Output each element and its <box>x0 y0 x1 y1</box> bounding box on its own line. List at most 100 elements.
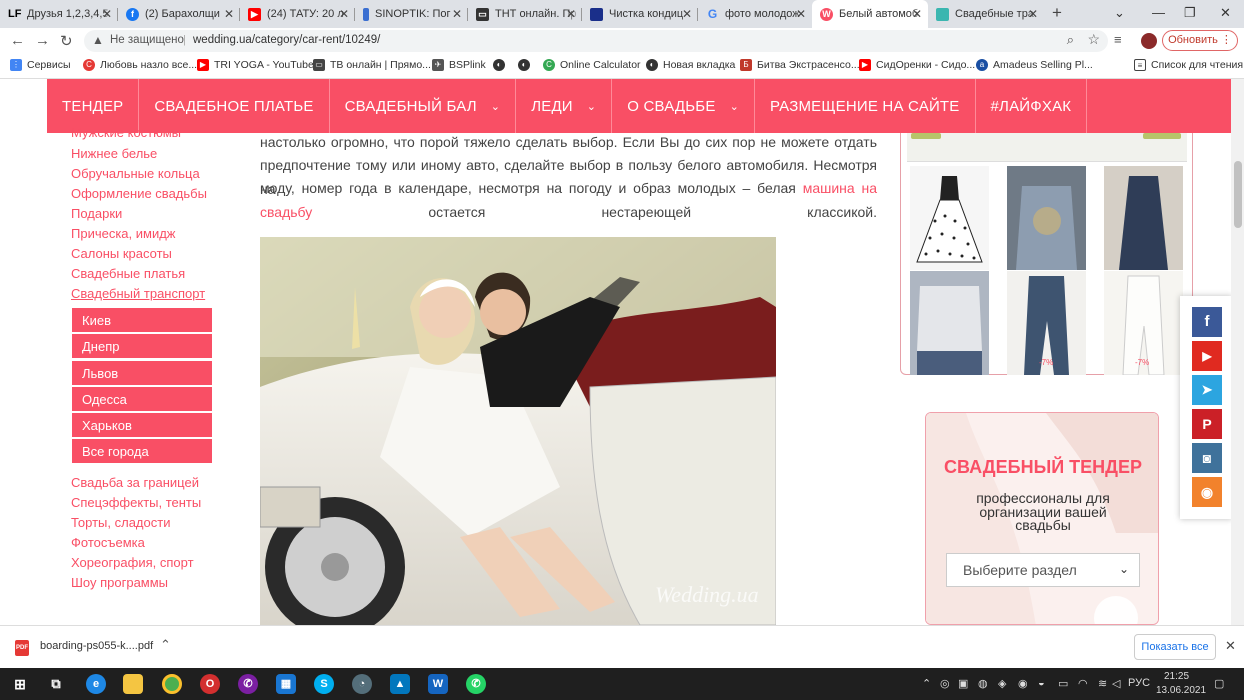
file-explorer-icon[interactable] <box>123 674 143 694</box>
restore-icon[interactable]: ❐ <box>1184 5 1196 21</box>
bookmark-new-tab[interactable]: ◐ Новая вкладка <box>646 59 735 71</box>
city-link[interactable]: Киев <box>72 308 212 333</box>
bookmark-apps[interactable]: ⋮ Сервисы <box>10 59 71 71</box>
task-view-icon[interactable]: ⧉ <box>46 674 66 694</box>
clock-date[interactable]: 13.06.2021 <box>1156 685 1206 696</box>
nav-item-lifehack[interactable]: #ЛАЙФХАК <box>976 79 1088 133</box>
tray-icon[interactable]: ▣ <box>958 677 968 690</box>
section-select[interactable]: Выберите раздел ⌄ <box>946 553 1140 587</box>
edge-icon[interactable]: e <box>86 674 106 694</box>
sidebar-link[interactable]: Оформление свадьбы <box>71 186 207 201</box>
instagram-icon[interactable]: ◙ <box>1192 443 1222 473</box>
telegram-icon[interactable]: ➤ <box>1192 375 1222 405</box>
network-icon[interactable]: ◠ <box>1078 677 1088 690</box>
word-icon[interactable]: W <box>428 674 448 694</box>
city-link[interactable]: Львов <box>72 361 212 386</box>
update-button[interactable]: Обновить ⋮ <box>1162 30 1238 51</box>
bookmark-amadeus[interactable]: a Amadeus Selling Pl... <box>976 59 1093 71</box>
not-secure-label[interactable]: Не защищено <box>110 34 184 46</box>
sidebar-link-active[interactable]: Свадебный транспорт <box>71 286 205 301</box>
city-link[interactable]: Харьков <box>72 413 212 438</box>
nav-item-ball[interactable]: СВАДЕБНЫЙ БАЛ ⌄ <box>330 79 517 133</box>
city-link[interactable]: Днепр <box>72 334 212 359</box>
page-scrollbar[interactable] <box>1231 79 1244 625</box>
omnibox[interactable]: ▲ Не защищено | wedding.ua/category/car-… <box>84 30 1108 52</box>
close-tab-icon[interactable]: ✕ <box>682 7 692 21</box>
product-thumb-sweater[interactable] <box>1007 166 1086 270</box>
back-icon[interactable]: ← <box>10 32 25 49</box>
bookmark-calculator[interactable]: C Online Calculator <box>543 59 641 71</box>
close-downloads-icon[interactable]: ✕ <box>1225 638 1236 654</box>
bookmark-tv[interactable]: ▭ ТВ онлайн | Прямо... <box>313 59 431 71</box>
app-icon[interactable]: ◔ <box>352 674 372 694</box>
chrome-icon[interactable] <box>162 674 182 694</box>
sidebar-link[interactable]: Подарки <box>71 206 122 221</box>
rss-icon[interactable]: ◉ <box>1192 477 1222 507</box>
nav-item-lady[interactable]: ЛЕДИ ⌄ <box>516 79 613 133</box>
tab-9[interactable]: Свадебные тра ✕ <box>928 0 1044 28</box>
reload-icon[interactable]: ↻ <box>60 32 73 50</box>
forward-icon[interactable]: → <box>35 32 50 49</box>
url-text[interactable]: wedding.ua/category/car-rent/10249/ <box>193 34 380 46</box>
product-thumb-navy-dress[interactable] <box>1104 166 1183 270</box>
sidebar-link[interactable]: Свадьба за границей <box>71 475 199 490</box>
bookmark-love[interactable]: C Любовь назло все... <box>83 59 197 71</box>
bookmark-globe-1[interactable]: ◐ <box>493 59 510 71</box>
notifications-icon[interactable]: ▢ <box>1214 677 1224 690</box>
product-thumb-dress[interactable] <box>910 166 989 270</box>
scrollbar-thumb[interactable] <box>1234 161 1242 228</box>
warning-icon[interactable]: ▲ <box>92 33 104 47</box>
tab-1[interactable]: LF Друзья 1,2,3,4,5 ✕ <box>0 0 118 28</box>
close-tab-icon[interactable]: ✕ <box>339 7 349 21</box>
bookmark-sidorenki[interactable]: ▶ СидОренки - Сидо... <box>859 59 975 71</box>
tab-6[interactable]: Чистка кондиц ✕ <box>582 0 698 28</box>
minimize-icon[interactable]: — <box>1152 5 1165 20</box>
opera-icon[interactable]: O <box>200 674 220 694</box>
tray-icon[interactable]: ◎ <box>940 677 950 690</box>
bookmark-bitva[interactable]: Б Битва Экстрасенсо... <box>740 59 860 71</box>
sidebar-link[interactable]: Свадебные платья <box>71 266 185 281</box>
youtube-icon[interactable]: ▶ <box>1192 341 1222 371</box>
sidebar-link[interactable]: Обручальные кольца <box>71 166 200 181</box>
nav-item-placement[interactable]: РАЗМЕЩЕНИЕ НА САЙТЕ <box>755 79 976 133</box>
bookmark-globe-2[interactable]: ◐ <box>518 59 535 71</box>
app-icon[interactable]: ▲ <box>390 674 410 694</box>
city-link[interactable]: Все города <box>72 439 212 464</box>
sidebar-link[interactable]: Торты, сладости <box>71 515 170 530</box>
close-tab-icon[interactable]: ✕ <box>566 7 576 21</box>
sidebar-link[interactable]: Салоны красоты <box>71 246 172 261</box>
sidebar-link[interactable]: Шоу программы <box>71 575 168 590</box>
calendar-icon[interactable]: ▦ <box>276 674 296 694</box>
bookmark-star-icon[interactable]: ☆ <box>1087 31 1100 48</box>
tray-icon[interactable]: ◈ <box>998 677 1006 690</box>
sidebar-link[interactable]: Фотосъемка <box>71 535 145 550</box>
close-tab-icon[interactable]: ✕ <box>102 7 112 21</box>
pinterest-icon[interactable]: P <box>1192 409 1222 439</box>
close-tab-icon[interactable]: ✕ <box>224 7 234 21</box>
product-thumb-grey-top[interactable] <box>910 271 989 375</box>
sidebar-link[interactable]: Мужские костюмы <box>71 125 181 140</box>
language-indicator[interactable]: РУС <box>1128 677 1150 689</box>
close-tab-icon[interactable]: ✕ <box>912 7 922 21</box>
sidebar-link[interactable]: Хореография, спорт <box>71 555 194 570</box>
sidebar-link[interactable]: Нижнее белье <box>71 146 157 161</box>
tab-search-icon[interactable]: ⌄ <box>1114 5 1125 21</box>
close-tab-icon[interactable]: ✕ <box>452 7 462 21</box>
whatsapp-icon[interactable]: ✆ <box>466 674 486 694</box>
reading-list[interactable]: ≡ Список для чтения <box>1134 59 1243 71</box>
tray-icon[interactable]: ◒ <box>1038 677 1045 689</box>
zoom-icon[interactable]: ⌕ <box>1067 32 1074 48</box>
sidebar-link[interactable]: Прическа, имидж <box>71 226 176 241</box>
windows-start-icon[interactable]: ⊞ <box>10 674 30 694</box>
viber-icon[interactable]: ✆ <box>238 674 258 694</box>
battery-icon[interactable]: ▭ <box>1058 677 1068 690</box>
volume-icon[interactable]: ◁ <box>1112 677 1120 690</box>
bookmark-tri-yoga[interactable]: ▶ TRI YOGA - YouTube <box>197 59 314 71</box>
bookmark-bsplink[interactable]: ✈ BSPlink <box>432 59 486 71</box>
close-window-icon[interactable]: ✕ <box>1220 5 1231 21</box>
wifi-icon[interactable]: ≋ <box>1098 677 1107 690</box>
tab-3[interactable]: ▶ (24) ТАТУ: 20 л ✕ <box>240 0 355 28</box>
tab-7[interactable]: G фото молодож ✕ <box>698 0 812 28</box>
city-link[interactable]: Одесса <box>72 387 212 412</box>
tab-8-active[interactable]: W Белый автомоб ✕ <box>812 0 928 28</box>
